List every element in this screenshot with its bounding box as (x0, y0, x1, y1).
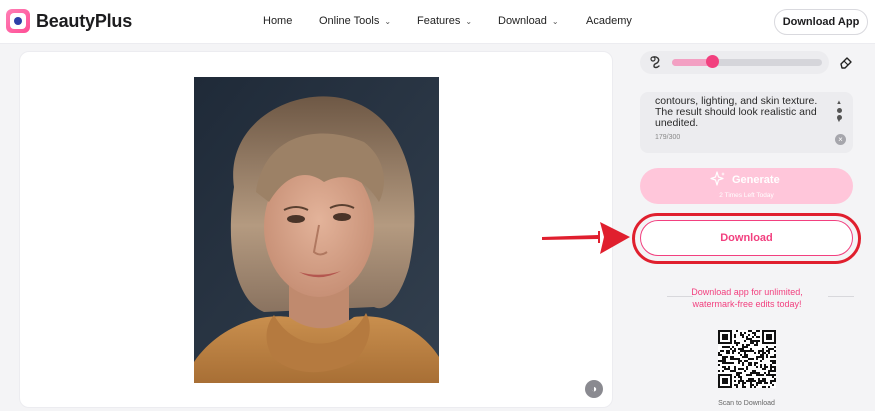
nav-home-label: Home (263, 15, 293, 27)
brand-name[interactable]: BeautyPlus (36, 11, 132, 32)
nav-features[interactable]: Features ⌄ (417, 15, 472, 27)
chevron-down-icon: ⌄ (384, 17, 392, 26)
prompt-text[interactable]: contours, lighting, and skin texture. Th… (655, 96, 835, 129)
top-navigation-bar: BeautyPlus Home Online Tools ⌄ Features ⌄ … (0, 0, 875, 44)
red-arrow-annotation-icon (542, 222, 630, 254)
eraser-icon[interactable] (838, 54, 854, 70)
nav-academy-label: Academy (586, 15, 632, 27)
download-button[interactable]: Download (640, 220, 853, 256)
promo-line-1: Download app for unlimited, (691, 287, 803, 297)
brush-size-knob[interactable] (706, 55, 719, 68)
nav-academy[interactable]: Academy (586, 15, 632, 27)
generate-remaining-count: 2 Times Left Today (719, 192, 774, 199)
promo-text: Download app for unlimited, watermark-fr… (664, 286, 830, 310)
sparkle-icon (710, 171, 725, 186)
compare-toggle-icon[interactable]: ◑ (585, 380, 603, 398)
promo-line-2: watermark-free edits today! (692, 299, 802, 309)
nav-features-label: Features (417, 15, 461, 27)
chevron-down-icon: ⌄ (465, 17, 473, 26)
scroll-thumb[interactable] (836, 108, 842, 113)
divider-right (828, 296, 854, 297)
brush-icon[interactable] (648, 54, 664, 70)
download-app-button[interactable]: Download App (774, 9, 868, 35)
chevron-down-icon: ⌄ (551, 17, 559, 26)
scroll-down-icon[interactable]: ▼ (836, 118, 842, 124)
beautyplus-logo-icon[interactable] (6, 9, 30, 33)
image-canvas: ◑ (19, 51, 613, 408)
edited-photo (194, 77, 439, 383)
generate-button[interactable]: Generate 2 Times Left Today (640, 168, 853, 204)
clear-text-icon[interactable]: × (835, 134, 846, 145)
nav-download-label: Download (498, 15, 547, 27)
nav-download[interactable]: Download ⌄ (498, 15, 559, 27)
portrait-image (194, 77, 439, 383)
nav-home[interactable]: Home (263, 15, 292, 27)
brush-size-track[interactable] (672, 59, 822, 66)
qr-code-image (718, 330, 776, 388)
scan-to-download-label: Scan to Download (718, 400, 775, 407)
nav-online-tools-label: Online Tools (319, 15, 380, 27)
nav-online-tools[interactable]: Online Tools ⌄ (319, 15, 391, 27)
prompt-textarea[interactable]: contours, lighting, and skin texture. Th… (640, 92, 853, 153)
character-count: 179/300 (655, 134, 681, 141)
generate-label: Generate (732, 174, 780, 186)
